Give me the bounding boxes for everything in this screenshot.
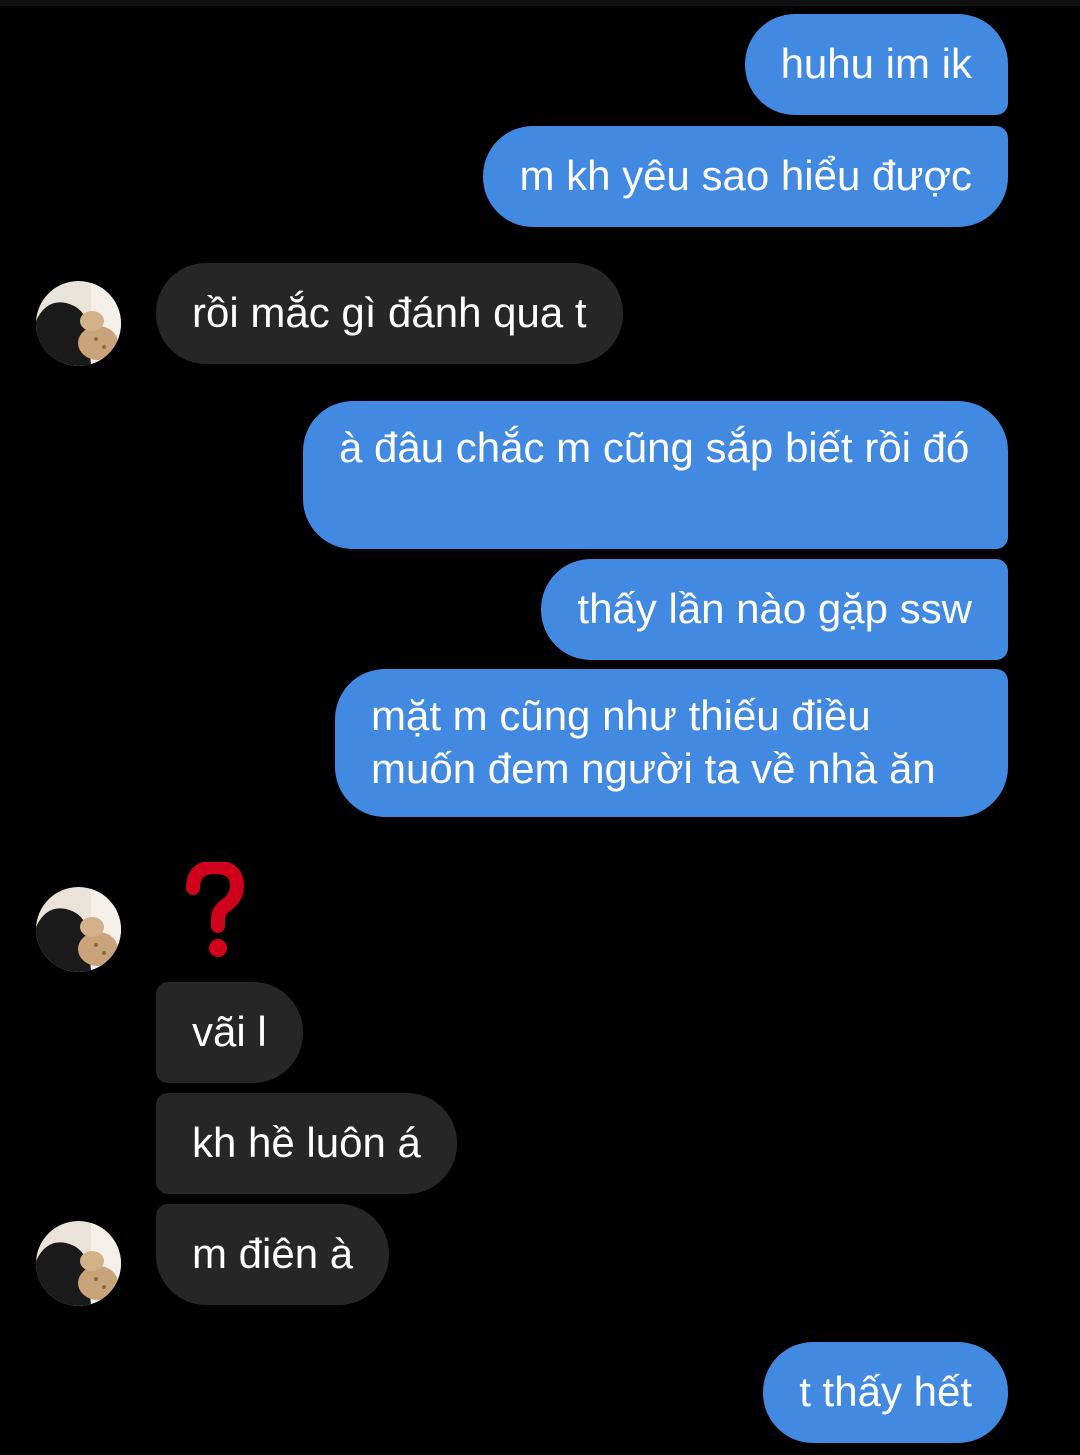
- message-bubble-outgoing[interactable]: m kh yêu sao hiểu được: [483, 126, 1008, 227]
- message-bubble-outgoing[interactable]: mặt m cũng như thiếu điều muốn đem người…: [335, 669, 1008, 817]
- message-bubble-incoming[interactable]: vãi l: [156, 982, 303, 1083]
- message-bubble-incoming[interactable]: kh hề luôn á: [156, 1093, 457, 1194]
- message-bubble-incoming[interactable]: m điên à: [156, 1204, 390, 1305]
- message-bubble-outgoing[interactable]: à đâu chắc m cũng sắp biết rồi đó: [303, 401, 1008, 549]
- contact-avatar[interactable]: [36, 281, 121, 366]
- top-divider: [0, 0, 1080, 6]
- message-bubble-outgoing[interactable]: t thấy hết: [763, 1342, 1008, 1443]
- message-bubble-incoming[interactable]: rồi mắc gì đánh qua t: [156, 263, 623, 364]
- contact-avatar[interactable]: [36, 1221, 121, 1306]
- message-bubble-outgoing[interactable]: huhu im ik: [744, 14, 1008, 115]
- red-question-mark-icon[interactable]: [185, 859, 245, 962]
- message-bubble-outgoing[interactable]: thấy lần nào gặp ssw: [541, 559, 1008, 660]
- contact-avatar[interactable]: [36, 887, 121, 972]
